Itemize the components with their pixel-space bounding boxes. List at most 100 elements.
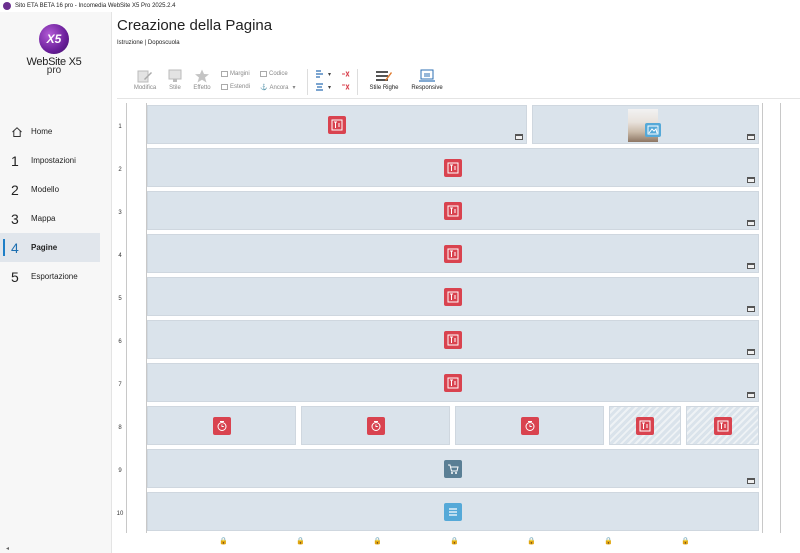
stile-righe-button[interactable]: Stile Righe <box>367 69 401 91</box>
cart-object-icon[interactable] <box>444 459 462 478</box>
delete-row-button[interactable] <box>341 70 350 78</box>
grid-cell[interactable] <box>455 406 604 445</box>
grid-cell[interactable] <box>609 406 681 445</box>
scroll-left-icon[interactable]: ◂ <box>6 545 9 552</box>
nav-item-pagine[interactable]: 4 Pagine <box>0 233 100 262</box>
column-lock-icon[interactable]: 🔒 <box>296 537 305 545</box>
cell-settings-icon[interactable] <box>747 392 755 398</box>
modifica-button[interactable]: Modifica <box>131 69 159 91</box>
column-lock-icon[interactable]: 🔒 <box>681 537 690 545</box>
cell-settings-icon[interactable] <box>515 134 523 140</box>
grid-cell[interactable] <box>147 105 527 144</box>
toolbar-separator <box>307 69 308 95</box>
step-nav: Home 1 Impostazioni 2 Modello 3 Mappa 4 … <box>0 117 112 291</box>
ancora-label: Ancora <box>269 84 289 91</box>
distribute-button[interactable]: ▾ <box>315 83 331 91</box>
grid-row <box>147 234 761 273</box>
home-icon <box>11 126 29 138</box>
cell-settings-icon[interactable] <box>747 134 755 140</box>
estendi-button[interactable]: Estendi <box>221 84 250 90</box>
page-title: Creazione della Pagina <box>117 17 273 34</box>
menu-object-icon[interactable] <box>444 502 462 521</box>
row-style-icon <box>376 71 392 81</box>
text-object-icon[interactable] <box>444 373 462 392</box>
grid-cell[interactable] <box>301 406 450 445</box>
grid-row <box>147 406 761 445</box>
column-lock-icon[interactable]: 🔒 <box>219 537 228 545</box>
stile-button[interactable]: Stile <box>165 69 185 91</box>
image-object-icon[interactable] <box>645 123 661 137</box>
grid-cell[interactable] <box>147 191 759 230</box>
responsive-button[interactable]: Responsive <box>409 69 445 91</box>
clock-object-icon[interactable] <box>212 416 231 435</box>
text-object-icon[interactable] <box>444 330 462 349</box>
grid-cell[interactable] <box>147 406 296 445</box>
nav-item-esportazione[interactable]: 5 Esportazione <box>0 262 112 291</box>
grid-cell[interactable] <box>147 277 759 316</box>
grid-cell[interactable] <box>147 320 759 359</box>
delete-cell-button[interactable] <box>341 83 350 91</box>
effetto-label: Effetto <box>193 85 211 91</box>
app-logo: X5 WebSite X5 pro <box>22 24 86 94</box>
grid-cell[interactable] <box>147 492 759 531</box>
cell-settings-icon[interactable] <box>747 349 755 355</box>
edit-icon <box>137 70 152 83</box>
grid-cell[interactable] <box>686 406 759 445</box>
grid-cell[interactable] <box>147 234 759 273</box>
clock-object-icon[interactable] <box>366 416 385 435</box>
column-lock-icon[interactable]: 🔒 <box>450 537 459 545</box>
grid-guide <box>762 103 763 533</box>
column-lock-icon[interactable]: 🔒 <box>527 537 536 545</box>
nav-num: 5 <box>11 268 19 285</box>
text-object-icon[interactable] <box>713 416 732 435</box>
stile-label: Stile <box>169 85 181 91</box>
window-title: Sito ETA BETA 16 pro - Incomedia WebSite… <box>15 3 176 9</box>
text-object-icon[interactable] <box>444 244 462 263</box>
nav-item-modello[interactable]: 2 Modello <box>0 175 112 204</box>
estendi-label: Estendi <box>230 84 251 90</box>
margini-label: Margini <box>230 71 250 77</box>
text-object-icon[interactable] <box>636 416 654 435</box>
window-titlebar: Sito ETA BETA 16 pro - Incomedia WebSite… <box>0 0 800 12</box>
grid-cell[interactable] <box>147 148 759 187</box>
nav-num: 3 <box>11 210 19 227</box>
text-object-icon[interactable] <box>328 115 346 134</box>
margini-button[interactable]: Margini <box>221 71 250 77</box>
text-object-icon[interactable] <box>444 287 462 306</box>
grid-row <box>147 148 761 187</box>
cell-settings-icon[interactable] <box>747 478 755 484</box>
grid-cell[interactable] <box>532 105 759 144</box>
grid-row <box>147 320 761 359</box>
nav-item-mappa[interactable]: 3 Mappa <box>0 204 112 233</box>
cell-settings-icon[interactable] <box>747 220 755 226</box>
nav-item-impostazioni[interactable]: 1 Impostazioni <box>0 146 112 175</box>
distribute-icon <box>316 83 323 91</box>
cell-settings-icon[interactable] <box>747 177 755 183</box>
row-number: 4 <box>118 253 122 259</box>
nav-label-esportazione: Esportazione <box>31 272 78 281</box>
row-number: 3 <box>118 210 122 216</box>
align-button[interactable]: ▾ <box>315 70 331 78</box>
grid-cell[interactable] <box>147 449 759 488</box>
modifica-label: Modifica <box>133 85 157 91</box>
responsive-label: Responsive <box>411 85 443 91</box>
style-icon <box>168 69 182 82</box>
nav-item-home[interactable]: Home <box>0 117 112 146</box>
effetto-button[interactable]: Effetto <box>190 69 214 91</box>
text-object-icon[interactable] <box>444 158 462 177</box>
cell-settings-icon[interactable] <box>747 306 755 312</box>
column-lock-icon[interactable]: 🔒 <box>604 537 613 545</box>
ancora-button[interactable]: ⚓ Ancora ▾ <box>260 84 296 92</box>
clock-object-icon[interactable] <box>520 416 539 435</box>
column-lock-icon[interactable]: 🔒 <box>373 537 382 545</box>
grid-edge-right <box>780 103 781 533</box>
chevron-down-icon: ▾ <box>328 71 332 78</box>
nav-label-home: Home <box>31 127 53 136</box>
nav-label-impostazioni: Impostazioni <box>31 156 76 165</box>
row-number: 8 <box>118 425 122 431</box>
app-icon <box>3 2 11 10</box>
cell-settings-icon[interactable] <box>747 263 755 269</box>
codice-button[interactable]: Codice <box>260 71 288 77</box>
grid-cell[interactable] <box>147 363 759 402</box>
text-object-icon[interactable] <box>444 201 462 220</box>
